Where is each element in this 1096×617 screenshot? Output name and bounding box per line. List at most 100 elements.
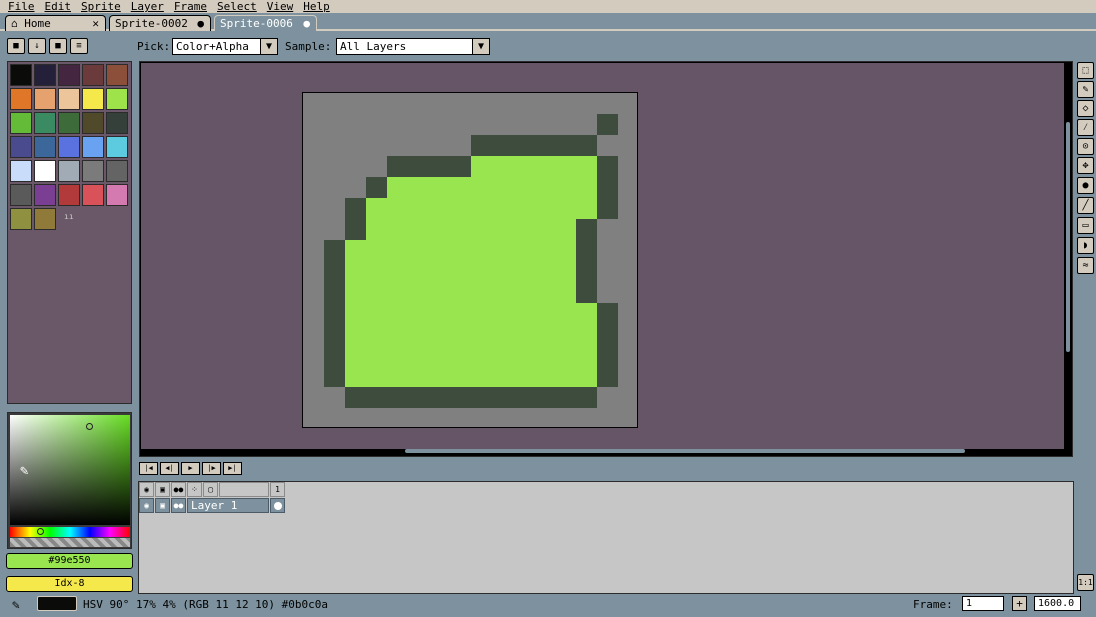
frame-header[interactable]: 1: [270, 482, 285, 497]
line-icon[interactable]: ╱: [1077, 197, 1094, 214]
sprite-canvas[interactable]: [302, 92, 638, 428]
last-frame-button[interactable]: ▶|: [223, 462, 242, 475]
palette-swatch[interactable]: [34, 208, 56, 230]
pick-select[interactable]: Color+Alpha ▼: [172, 38, 278, 55]
layer-lock-icon[interactable]: ▣: [155, 498, 170, 513]
stop-icon[interactable]: ■: [49, 38, 67, 54]
close-icon[interactable]: ✕: [92, 16, 99, 31]
layer-name[interactable]: Layer 1: [187, 498, 269, 513]
menu-layer[interactable]: Layer: [131, 0, 164, 13]
play-button[interactable]: ▶: [181, 462, 200, 475]
fill-icon[interactable]: ●: [1077, 177, 1094, 194]
marquee-icon[interactable]: ⬚: [1077, 62, 1094, 79]
palette-swatch[interactable]: [58, 184, 80, 206]
sprite-editor[interactable]: [139, 61, 1073, 457]
sample-select[interactable]: All Layers ▼: [336, 38, 490, 55]
horizontal-scrollbar[interactable]: [405, 449, 965, 453]
palette-swatch[interactable]: [106, 136, 128, 158]
palette-swatch[interactable]: [58, 136, 80, 158]
palette-swatch[interactable]: [34, 64, 56, 86]
palette-swatch[interactable]: [106, 112, 128, 134]
menu-frame[interactable]: Frame: [174, 0, 207, 13]
modified-dot-icon[interactable]: ●: [197, 16, 204, 31]
palette-swatch[interactable]: [10, 208, 32, 230]
pencil-icon[interactable]: ✎: [1077, 81, 1094, 98]
layer-visibility-icon[interactable]: ◉: [139, 498, 154, 513]
blur-icon[interactable]: ≈: [1077, 257, 1094, 274]
first-frame-button[interactable]: |◀: [139, 462, 158, 475]
tab-home[interactable]: ⌂ Home ✕: [5, 15, 106, 31]
menu-select[interactable]: Select: [217, 0, 257, 13]
palette-swatch[interactable]: [82, 136, 104, 158]
palette-swatch[interactable]: [82, 160, 104, 182]
palette-swatch[interactable]: [34, 184, 56, 206]
color-picker[interactable]: ✎: [7, 412, 132, 549]
lock-header-icon[interactable]: ▣: [155, 482, 170, 497]
palette-swatch[interactable]: [10, 184, 32, 206]
vertical-scrollbar[interactable]: [1066, 122, 1070, 352]
palette-swatch[interactable]: [58, 160, 80, 182]
palette-swatch[interactable]: [34, 160, 56, 182]
lock-icon[interactable]: ■: [7, 38, 25, 54]
add-frame-icon[interactable]: +: [1012, 596, 1027, 611]
menu-view[interactable]: View: [267, 0, 294, 13]
chevron-down-icon[interactable]: ▼: [260, 38, 278, 55]
eyedropper-icon[interactable]: ⁄: [1077, 119, 1094, 136]
alpha-slider[interactable]: [10, 538, 130, 547]
palette-swatch[interactable]: [106, 160, 128, 182]
palette-swatch[interactable]: [106, 64, 128, 86]
palette-swatch[interactable]: [34, 88, 56, 110]
palette-swatch[interactable]: [34, 112, 56, 134]
hue-cursor[interactable]: [37, 528, 44, 535]
saturation-value-area[interactable]: ✎: [10, 415, 130, 525]
layer-continuous-icon[interactable]: ●●: [171, 498, 186, 513]
palette-swatch[interactable]: [10, 160, 32, 182]
palette-swatch[interactable]: [34, 136, 56, 158]
palette-swatch[interactable]: [10, 64, 32, 86]
hue-slider[interactable]: [10, 527, 130, 537]
palette-swatch[interactable]: [82, 184, 104, 206]
menu-help[interactable]: Help: [303, 0, 330, 13]
eraser-icon[interactable]: ◇: [1077, 100, 1094, 117]
modified-dot-icon[interactable]: ●: [303, 16, 310, 31]
zoom-input[interactable]: 1600.0: [1034, 596, 1081, 611]
menu-lines-icon[interactable]: ≡: [70, 38, 88, 54]
palette-swatch[interactable]: [106, 88, 128, 110]
palette-swatch[interactable]: [10, 112, 32, 134]
visibility-header-icon[interactable]: ◉: [139, 482, 154, 497]
timeline-panel[interactable]: ◉ ▣ ●● ⁘ ▢ 1 ◉ ▣ ●● Layer 1: [138, 481, 1074, 594]
menu-file[interactable]: File: [8, 0, 35, 13]
prev-frame-button[interactable]: ◀|: [160, 462, 179, 475]
palette-swatch[interactable]: [10, 136, 32, 158]
contour-icon[interactable]: ◗: [1077, 237, 1094, 254]
palette-swatch[interactable]: [106, 184, 128, 206]
move-icon[interactable]: ✥: [1077, 157, 1094, 174]
tab-sprite-0006[interactable]: Sprite-0006 ●: [214, 15, 317, 31]
continuous-header-icon[interactable]: ●●: [171, 482, 186, 497]
frame-input[interactable]: 1: [962, 596, 1004, 611]
tab-sprite-0002[interactable]: Sprite-0002 ●: [109, 15, 211, 31]
rectangle-icon[interactable]: ▭: [1077, 217, 1094, 234]
palette-swatch[interactable]: [58, 88, 80, 110]
menu-edit[interactable]: Edit: [45, 0, 72, 13]
palette-swatch[interactable]: [82, 88, 104, 110]
down-arrow-icon[interactable]: ↓: [28, 38, 46, 54]
menu-sprite[interactable]: Sprite: [81, 0, 121, 13]
fit-button[interactable]: 1:1: [1077, 574, 1094, 591]
zoom-icon[interactable]: ⊙: [1077, 138, 1094, 155]
palette-swatch[interactable]: [10, 88, 32, 110]
sv-cursor[interactable]: [86, 423, 93, 430]
palette-swatch[interactable]: [82, 112, 104, 134]
onion-skin-icon[interactable]: ⁘: [187, 482, 202, 497]
linked-cels-icon[interactable]: ▢: [203, 482, 218, 497]
color-index-bar[interactable]: Idx-8: [6, 576, 133, 592]
color-index: Idx-8: [54, 578, 85, 589]
next-frame-button[interactable]: |▶: [202, 462, 221, 475]
editor-background[interactable]: [141, 63, 1064, 449]
palette-swatch[interactable]: [58, 112, 80, 134]
palette-swatch[interactable]: [82, 64, 104, 86]
cel-1[interactable]: [270, 498, 285, 513]
chevron-down-icon[interactable]: ▼: [472, 38, 490, 55]
fg-color-bar[interactable]: #99e550: [6, 553, 133, 569]
palette-swatch[interactable]: [58, 64, 80, 86]
